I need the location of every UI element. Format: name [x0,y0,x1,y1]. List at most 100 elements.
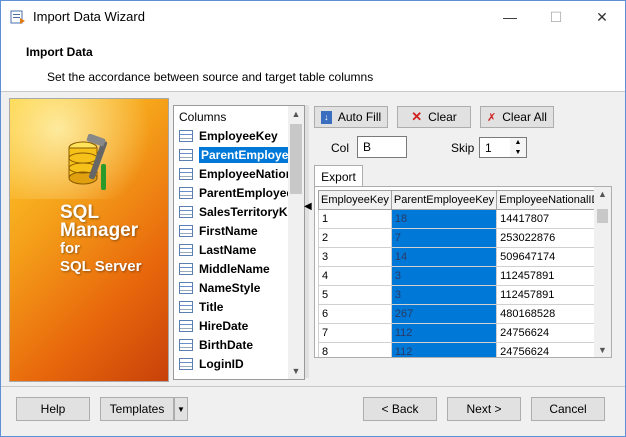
column-item-label: BirthDate [199,337,254,352]
cancel-button[interactable]: Cancel [531,397,605,421]
collapse-arrow-icon[interactable]: ◀ [304,201,312,212]
columns-list-items: EmployeeKey ParentEmployeeKey EmployeeNati… [174,126,288,373]
spin-down-icon[interactable]: ▼ [510,148,526,158]
back-button[interactable]: < Back [363,397,437,421]
grid-cell[interactable]: 6 [318,304,392,324]
data-table: EmployeeKey ParentEmployeeKey EmployeeNati… [318,190,611,357]
skip-spinner[interactable]: ▲ ▼ [510,137,527,158]
column-item[interactable]: MiddleName [174,259,288,278]
auto-fill-button[interactable]: ↓ Auto Fill [314,106,388,128]
tab-export[interactable]: Export [314,165,363,187]
column-item-label: LastName [199,242,257,257]
column-item[interactable]: EmployeeKey [174,126,288,145]
wizard-app-icon [10,9,26,25]
grid-cell[interactable]: 267 [390,304,498,324]
clear-label: Clear [428,110,457,124]
table-row[interactable]: 53112457891null11 [318,285,611,305]
column-item[interactable]: LastName [174,240,288,259]
grid-cell[interactable]: 8 [318,342,392,357]
column-item[interactable]: FirstName [174,221,288,240]
table-row[interactable]: 11814417807null11 [318,209,611,229]
cancel-label: Cancel [549,402,587,416]
grid-cell[interactable]: 7 [390,228,498,248]
column-item[interactable]: SalesTerritoryKey [174,202,288,221]
data-grid[interactable]: EmployeeKey ParentEmployeeKey EmployeeNati… [314,186,612,358]
grid-cell[interactable]: 112 [390,342,498,357]
skip-label: Skip [451,141,475,155]
grid-header-row: EmployeeKey ParentEmployeeKey EmployeeNati… [318,190,611,210]
templates-button[interactable]: Templates [100,397,174,421]
table-row[interactable]: 6267480168528null11 [318,304,611,324]
table-row[interactable]: 27253022876null11 [318,228,611,248]
grid-cell[interactable]: 4 [318,266,392,286]
banner-line-manager: Manager [60,220,139,241]
close-button[interactable]: ✕ [579,1,625,33]
column-item[interactable]: HireDate [174,316,288,335]
column-item-label: ParentEmployeeNationalIDAlternateKey [199,185,288,200]
minimize-button[interactable]: — [487,1,533,33]
grid-cell[interactable]: 3 [390,266,498,286]
grid-cell[interactable]: 3 [318,247,392,267]
table-column-icon [179,205,193,218]
grid-column-header[interactable]: ParentEmployeeKey [390,190,498,210]
column-item[interactable]: LoginID [174,354,288,373]
grid-cell[interactable]: 5 [318,285,392,305]
columns-list-scrollbar[interactable]: ▲ ▼ [288,106,304,379]
table-row[interactable]: 43112457891null11 [318,266,611,286]
panel-splitter[interactable] [305,105,309,378]
column-item[interactable]: NameStyle [174,278,288,297]
clear-all-button[interactable]: ✗ Clear All [480,106,554,128]
auto-fill-label: Auto Fill [337,110,382,124]
col-input[interactable]: B [357,136,407,158]
templates-dropdown[interactable]: ▼ [174,397,188,421]
grid-cell[interactable]: 112 [390,323,498,343]
database-tools-icon [65,133,111,199]
grid-cell[interactable]: 7 [318,323,392,343]
column-item-label: LoginID [199,356,244,371]
spin-up-icon[interactable]: ▲ [510,138,526,148]
column-item-label: EmployeeKey [199,128,278,143]
table-column-icon [179,224,193,237]
table-row[interactable]: 314509647174null11 [318,247,611,267]
column-item-label: HireDate [199,318,249,333]
scroll-down-icon[interactable]: ▼ [288,363,304,379]
clear-button[interactable]: ✕ Clear [397,106,471,128]
grid-cell[interactable]: 2 [318,228,392,248]
table-column-icon [179,319,193,332]
grid-cell[interactable]: 18 [390,209,498,229]
table-row[interactable]: 811224756624null11 [318,342,611,357]
scroll-thumb[interactable] [290,124,302,194]
table-column-icon [179,338,193,351]
column-item-label: FirstName [199,223,258,238]
grid-column-header[interactable]: EmployeeKey [318,190,392,210]
table-column-icon [179,129,193,142]
grid-cell[interactable]: 3 [390,285,498,305]
help-button[interactable]: Help [16,397,90,421]
skip-input[interactable]: 1 [479,137,511,158]
next-button[interactable]: Next > [447,397,521,421]
column-item-label: SalesTerritoryKey [199,204,288,219]
table-column-icon [179,167,193,180]
column-item[interactable]: ParentEmployeeNationalIDAlternateKey [174,183,288,202]
columns-list[interactable]: Columns EmployeeKeyParentEmployeeKeyEmpl… [173,105,305,380]
grid-scrollbar[interactable]: ▲ ▼ [594,187,611,357]
grid-cell[interactable]: 1 [318,209,392,229]
grid-scroll-thumb[interactable] [597,209,608,223]
clear-all-icon: ✗ [487,111,497,124]
maximize-button[interactable]: ☐ [533,1,579,33]
column-item-label: ParentEmployeeKey [199,146,288,163]
scroll-up-icon[interactable]: ▲ [288,106,304,122]
column-item[interactable]: ParentEmployeeKey [174,145,288,164]
col-label: Col [331,141,350,155]
column-item[interactable]: BirthDate [174,335,288,354]
wizard-window: Import Data Wizard — ☐ ✕ Import Data Set… [0,0,626,437]
column-item-label: EmployeeNationalIDAlternateKey [199,166,288,181]
table-column-icon [179,262,193,275]
chevron-down-icon: ▼ [177,404,185,414]
grid-scroll-down-icon[interactable]: ▼ [598,345,607,355]
column-item[interactable]: Title [174,297,288,316]
grid-cell[interactable]: 14 [390,247,498,267]
table-row[interactable]: 711224756624null11 [318,323,611,343]
grid-scroll-up-icon[interactable]: ▲ [598,189,607,199]
column-item[interactable]: EmployeeNationalIDAlternateKey [174,164,288,183]
